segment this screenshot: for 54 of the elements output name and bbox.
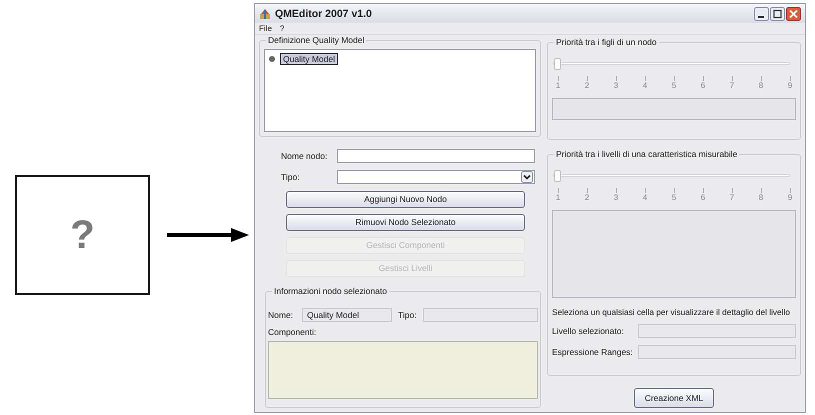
tick-mark [644,76,646,81]
field-label: Livello selezionato: [552,326,625,336]
field-label: Componenti: [268,326,318,337]
name-field: Quality Model [302,308,392,322]
tick-label: 3 [614,193,618,202]
input-field[interactable] [337,149,535,164]
field-label: Nome nodo: [281,151,328,162]
tick-mark [586,76,588,81]
tick-label: 1 [556,193,560,202]
tick-mark [760,188,762,194]
tick-label: 6 [700,193,706,202]
action-button[interactable]: Rimuovi Nodo Selezionato [286,214,525,231]
create-xml-button[interactable]: Creazione XML [634,388,714,408]
tick-label: 7 [730,193,734,202]
group-title: Informazioni nodo selezionato [272,286,389,296]
tick-label: 9 [788,81,792,90]
question-mark: ? [70,215,95,255]
tick-label: 2 [584,81,590,90]
tick-label: 4 [642,81,648,90]
group-title: Priorità tra i figli di un nodo [554,37,659,47]
tick-label: 3 [614,81,618,90]
field-label: Tipo: [398,310,417,320]
tick-label: 8 [758,81,764,90]
tree-node[interactable]: Quality Model [280,53,338,65]
app-icon [259,8,271,20]
field-label: Tipo: [281,172,301,182]
group-title: Definizione Quality Model [266,35,366,45]
group-title: Priorità tra i livelli di una caratteristica misurabile [554,149,740,160]
tick-mark [760,76,762,81]
tick-mark [644,188,646,194]
menu-item[interactable]: File [259,24,272,33]
tick-label: 8 [758,193,764,202]
tick-label: 4 [642,193,648,202]
hint-text: Seleziona un qualsiasi cella per visualizzare il dettaglio del livello [552,307,791,318]
field-label: Nome: [268,310,294,320]
window-title: QMEditor 2007 v1.0 [275,8,372,20]
maximize-icon[interactable] [770,6,785,20]
minimize-icon[interactable] [754,6,769,20]
close-icon[interactable] [786,6,801,20]
tick-label: 1 [556,81,560,90]
action-button[interactable]: Aggiungi Nuovo Nodo [286,190,525,208]
tick-mark [702,188,704,194]
tick-mark [586,188,588,194]
tick-mark [702,76,704,81]
tick-label: 5 [672,193,676,202]
tick-label: 5 [672,81,676,90]
tree-view[interactable]: Quality Model [264,49,536,132]
tick-label: 7 [730,81,734,90]
field-label: Espressione Ranges: [552,346,634,357]
tick-label: 2 [584,193,590,202]
node-bullet-icon [269,56,275,62]
tick-label: 6 [700,81,706,90]
menu-item[interactable]: ? [280,24,284,33]
tick-label: 9 [788,193,792,202]
